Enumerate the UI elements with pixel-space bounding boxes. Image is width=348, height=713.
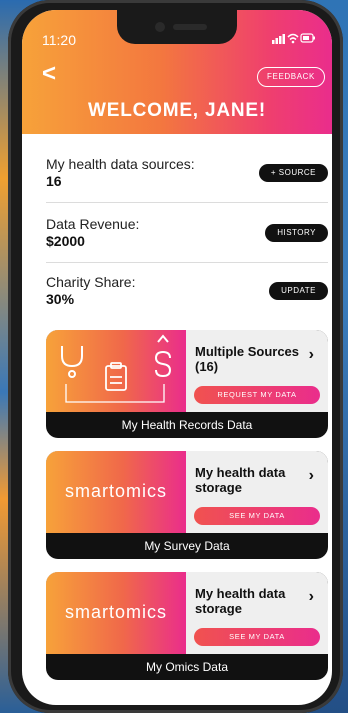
card-image — [46, 330, 186, 412]
stat-row-charity: Charity Share: 30% UPDATE — [46, 274, 328, 307]
status-time: 11:20 — [42, 32, 76, 48]
camera-icon — [155, 22, 165, 32]
card-body: smartomics My health data storage › SEE … — [46, 572, 328, 654]
card-footer: My Survey Data — [144, 539, 230, 553]
card-image: smartomics — [46, 572, 186, 654]
stat-row-revenue: Data Revenue: $2000 HISTORY — [46, 216, 328, 249]
see-data-button[interactable]: SEE MY DATA — [194, 628, 320, 646]
divider — [46, 202, 328, 203]
smartomics-logo: smartomics — [64, 602, 167, 622]
history-button[interactable]: HISTORY — [265, 224, 328, 242]
card-footer: My Omics Data — [145, 660, 228, 674]
dollar-icon — [154, 334, 172, 378]
signal-wifi-battery-icon — [272, 33, 315, 44]
card-title: My health data storage — [195, 586, 286, 616]
update-button[interactable]: UPDATE — [269, 282, 328, 300]
request-data-button[interactable]: REQUEST MY DATA — [194, 386, 320, 404]
phone-frame: 11:20 < FEEDBACK WELCOME, JANE! My healt… — [8, 0, 343, 713]
card-image: smartomics — [46, 451, 186, 533]
chevron-right-icon[interactable]: › — [309, 588, 314, 606]
card-health-records[interactable]: Multiple Sources (16) › REQUEST MY DATA … — [46, 330, 328, 438]
see-data-button[interactable]: SEE MY DATA — [194, 507, 320, 525]
card-omics-data[interactable]: smartomics My health data storage › SEE … — [46, 572, 328, 680]
health-sources-illustration — [61, 334, 172, 403]
card-footer: My Health Records Data — [121, 418, 253, 432]
clipboard-icon — [105, 362, 127, 391]
card-body: smartomics My health data storage › SEE … — [46, 451, 328, 533]
stat-label: Charity Share: — [46, 274, 136, 290]
card-body: Multiple Sources (16) › REQUEST MY DATA — [46, 330, 328, 412]
stat-value: 30% — [46, 291, 75, 307]
connector-line — [65, 384, 165, 403]
divider — [46, 262, 328, 263]
chevron-right-icon[interactable]: › — [309, 467, 314, 485]
speaker-icon — [173, 24, 207, 30]
add-source-button[interactable]: + SOURCE — [258, 164, 328, 182]
status-icons — [272, 32, 316, 47]
welcome-title: WELCOME, JANE! — [88, 100, 266, 121]
feedback-button[interactable]: FEEDBACK — [257, 67, 325, 87]
card-survey-data[interactable]: smartomics My health data storage › SEE … — [46, 451, 328, 559]
phone-notch — [117, 10, 237, 44]
stat-row-sources: My health data sources: 16 + SOURCE — [46, 156, 328, 189]
back-button[interactable]: < — [42, 62, 56, 86]
app-screen: 11:20 < FEEDBACK WELCOME, JANE! My healt… — [22, 10, 332, 705]
card-title: Multiple Sources (16) — [195, 344, 300, 374]
card-title: My health data storage — [195, 465, 286, 495]
chevron-right-icon[interactable]: › — [309, 346, 314, 364]
stethoscope-icon — [61, 346, 83, 378]
smartomics-logo: smartomics — [64, 481, 167, 501]
